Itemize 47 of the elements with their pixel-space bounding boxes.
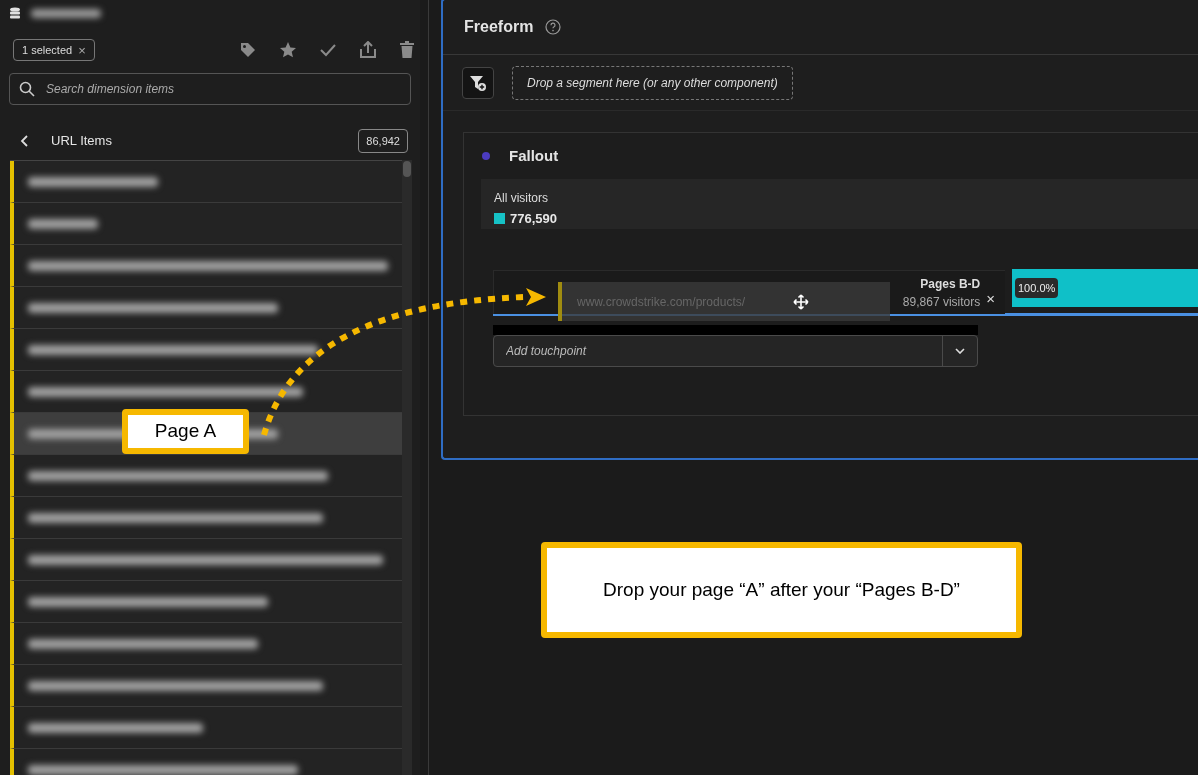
list-item[interactable]	[10, 707, 402, 749]
percent-label: 100.0%	[1015, 277, 1059, 299]
panel-title: Freeform	[464, 17, 534, 37]
move-icon	[793, 293, 810, 310]
list-item[interactable]	[10, 287, 402, 329]
segment-label: All visitors	[494, 190, 549, 207]
back-icon[interactable]	[20, 135, 30, 147]
fallout-title: Fallout	[509, 145, 559, 166]
search-field[interactable]: Search dimension items	[9, 73, 411, 105]
list-item[interactable]	[10, 581, 402, 623]
list-item[interactable]	[10, 497, 402, 539]
list-item[interactable]	[10, 203, 402, 245]
close-button[interactable]: ×	[78, 43, 86, 57]
touchpoint-title: Pages B-D	[920, 276, 981, 293]
help-icon[interactable]	[545, 19, 562, 35]
list-item[interactable]	[10, 665, 402, 707]
list-item[interactable]	[10, 539, 402, 581]
list-item[interactable]	[10, 329, 402, 371]
list-item[interactable]	[10, 455, 402, 497]
selection-chip[interactable]: 1 selected ×	[13, 39, 95, 61]
list-item[interactable]	[10, 161, 402, 203]
segment-drop-zone[interactable]: Drop a segment here (or any other component)	[512, 65, 793, 100]
database-icon	[9, 7, 21, 19]
tag-icon[interactable]	[239, 41, 257, 59]
add-filter-button[interactable]	[462, 66, 494, 99]
visitor-count: 776,590	[510, 210, 557, 228]
color-swatch	[494, 213, 505, 225]
chevron-down-icon	[955, 348, 965, 354]
search-icon	[19, 81, 35, 97]
scrollbar-thumb[interactable]	[403, 161, 411, 177]
share-icon[interactable]	[359, 41, 377, 59]
add-touchpoint-field[interactable]: Add touchpoint	[493, 335, 978, 367]
filter-plus-icon	[469, 73, 487, 92]
trash-icon[interactable]	[399, 41, 415, 59]
redacted-text	[31, 8, 101, 18]
list-item[interactable]	[10, 371, 402, 413]
callout-tooltip: Page A	[122, 409, 249, 454]
callout-tooltip: Drop your page “A” after your “Pages B-D”	[541, 542, 1022, 638]
star-icon[interactable]	[279, 41, 297, 59]
remove-button[interactable]: ×	[986, 291, 995, 306]
visitor-count: 89,867 visitors	[902, 294, 981, 311]
list-title: URL Items	[51, 132, 112, 151]
chip-label: 1 selected	[22, 42, 73, 58]
list-item[interactable]	[10, 245, 402, 287]
list-item[interactable]	[10, 623, 402, 665]
redacted-text	[28, 218, 98, 229]
count-badge: 86,942	[358, 129, 408, 153]
